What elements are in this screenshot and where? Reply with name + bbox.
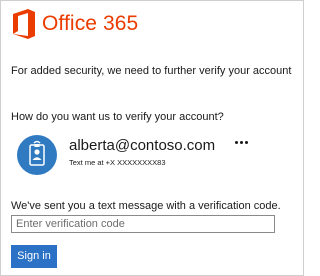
verify-question: How do you want us to verify your accoun… — [11, 111, 224, 123]
office-logo: Office 365 — [11, 9, 138, 39]
verification-code-input[interactable] — [11, 215, 275, 233]
verification-dialog: Office 365 For added security, we need t… — [0, 0, 304, 276]
office-logo-icon — [13, 9, 35, 39]
account-email: alberta@contoso.com — [69, 137, 216, 154]
more-options-icon[interactable] — [231, 134, 251, 150]
brand-name: Office 365 — [42, 12, 139, 35]
id-badge-icon — [17, 135, 57, 175]
security-message: For added security, we need to further v… — [11, 65, 292, 77]
verification-method: Text me at +X XXXXXXXX83 — [69, 158, 166, 167]
sign-in-button[interactable]: Sign in — [11, 245, 57, 268]
code-sent-message: We've sent you a text message with a ver… — [11, 200, 281, 212]
